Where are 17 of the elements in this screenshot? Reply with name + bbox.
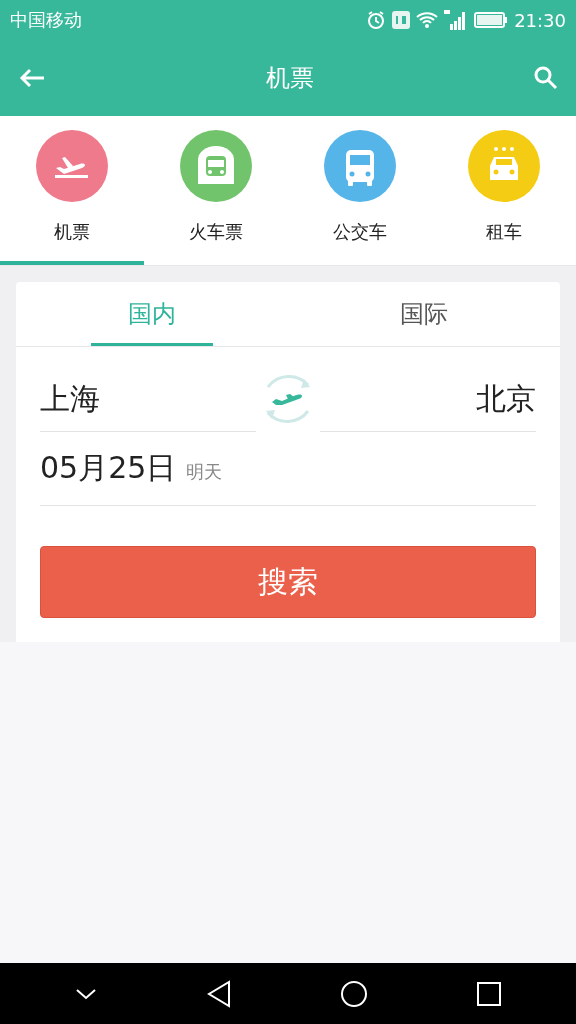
alarm-icon — [366, 10, 387, 30]
back-triangle-icon[interactable] — [206, 979, 232, 1008]
departure-city-field[interactable]: 上海 — [40, 366, 256, 432]
arrival-city-field[interactable]: 北京 — [320, 366, 536, 432]
category-tab[interactable]: 公交车 — [288, 116, 432, 265]
category-tab[interactable]: 火车票 — [144, 116, 288, 265]
category-tab[interactable]: 机票 — [0, 116, 144, 265]
page-title: 机票 — [266, 63, 314, 94]
carrier-name: 中国移动 — [10, 8, 82, 32]
wifi-icon — [416, 11, 439, 29]
clock-time: 21:30 — [514, 9, 566, 31]
region-tab[interactable]: 国际 — [288, 282, 560, 346]
date-field[interactable]: 05月25日 明天 — [40, 431, 536, 506]
category-tab[interactable]: 租车 — [432, 116, 576, 265]
recent-square-icon[interactable] — [476, 980, 502, 1007]
battery-icon — [474, 12, 509, 28]
home-circle-icon[interactable] — [340, 979, 368, 1008]
